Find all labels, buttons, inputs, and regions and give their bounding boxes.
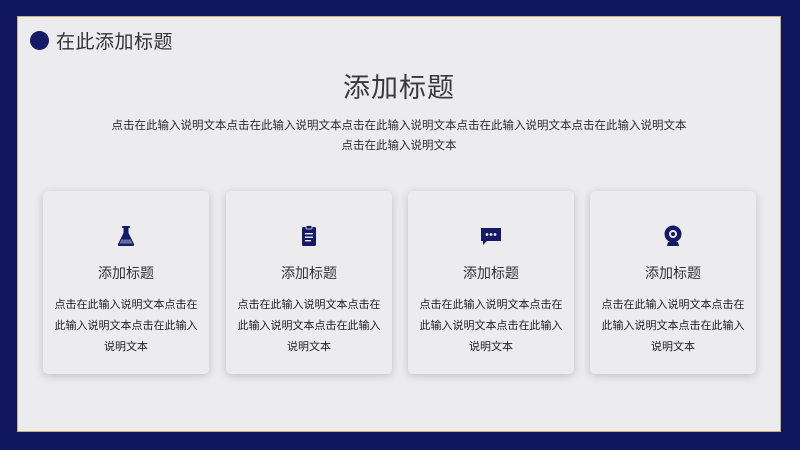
card-3: 添加标题 点击在此输入说明文本点击在此输入说明文本点击在此输入说明文本 — [408, 191, 574, 374]
intro-text: 点击在此输入说明文本点击在此输入说明文本点击在此输入说明文本点击在此输入说明文本… — [103, 115, 695, 155]
card-2: 添加标题 点击在此输入说明文本点击在此输入说明文本点击在此输入说明文本 — [226, 191, 392, 374]
card-title: 添加标题 — [645, 266, 701, 282]
chat-bubble-icon — [479, 224, 503, 248]
card-text: 点击在此输入说明文本点击在此输入说明文本点击在此输入说明文本 — [237, 298, 381, 353]
card-title: 添加标题 — [98, 266, 154, 282]
intro-line-2: 点击在此输入说明文本 — [341, 138, 457, 152]
card-text: 点击在此输入说明文本点击在此输入说明文本点击在此输入说明文本 — [601, 298, 745, 353]
clipboard-icon — [297, 224, 321, 248]
main-title: 添加标题 — [343, 73, 455, 104]
header: 在此添加标题 — [30, 27, 173, 54]
card-title: 添加标题 — [463, 266, 519, 282]
flask-icon — [114, 224, 138, 248]
header-dot — [30, 31, 49, 50]
card-1: 添加标题 点击在此输入说明文本点击在此输入说明文本点击在此输入说明文本 — [43, 191, 209, 374]
card-4: 添加标题 点击在此输入说明文本点击在此输入说明文本点击在此输入说明文本 — [590, 191, 756, 374]
card-title: 添加标题 — [281, 266, 337, 282]
card-text: 点击在此输入说明文本点击在此输入说明文本点击在此输入说明文本 — [54, 298, 198, 353]
intro-line-1: 点击在此输入说明文本点击在此输入说明文本点击在此输入说明文本点击在此输入说明文本… — [111, 118, 687, 132]
slide: 在此添加标题 添加标题 点击在此输入说明文本点击在此输入说明文本点击在此输入说明… — [17, 16, 781, 432]
webcam-icon — [661, 224, 685, 248]
card-text: 点击在此输入说明文本点击在此输入说明文本点击在此输入说明文本 — [419, 298, 563, 353]
header-title: 在此添加标题 — [56, 31, 174, 53]
